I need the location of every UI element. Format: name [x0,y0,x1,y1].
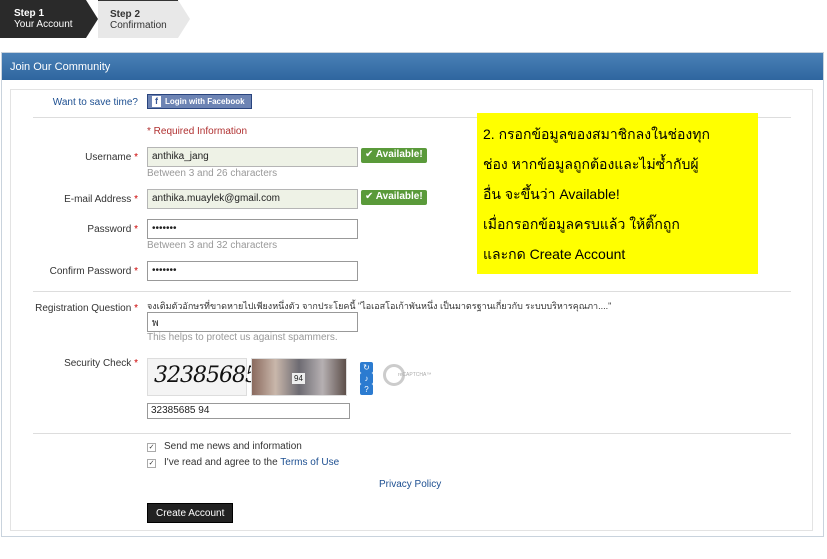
required-star: * [134,152,138,163]
security-check-label: Security Check * [10,358,138,369]
divider [33,291,791,292]
captcha-small-text: 94 [292,373,305,384]
note-line-5: และกด Create Account [483,246,626,262]
required-star: * [134,266,138,277]
required-star: * [134,224,138,235]
facebook-icon: f [152,96,161,107]
create-account-button[interactable]: Create Account [147,503,234,523]
save-time-prompt: Want to save time? [52,97,138,108]
registration-question-label: Registration Question * [10,303,138,314]
registration-hint: This helps to protect us against spammer… [147,332,338,343]
email-label: E-mail Address * [10,194,138,205]
password-label-text: Password [87,224,132,235]
privacy-policy-link[interactable]: Privacy Policy [379,479,441,490]
divider [33,433,791,434]
audio-captcha-icon[interactable]: ♪ [360,373,373,384]
username-label: Username * [10,152,138,163]
facebook-login-button[interactable]: f Login with Facebook [147,94,252,109]
registration-question-label-text: Registration Question [35,303,132,314]
steps-bar: Step 1 Your Account Step 2 Confirmation [0,0,827,38]
password-hint: Between 3 and 32 characters [147,240,278,251]
note-line-3: อื่น จะขึ้นว่า Available! [483,186,620,202]
note-line-2: ช่อง หากข้อมูลถูกต้องและไม่ซ้ำกับผู้ [483,156,699,172]
step-1-name: Your Account [14,19,73,30]
terms-checkbox[interactable]: ✓ [147,459,156,468]
security-check-label-text: Security Check [64,358,132,369]
step-1-number: Step 1 [14,8,45,19]
help-captcha-icon[interactable]: ? [360,384,373,395]
note-line-4: เมื่อกรอกข้อมูลครบแล้ว ให้ติ๊กถูก [483,216,680,232]
news-label: Send me news and information [164,441,302,452]
step-2-name: Confirmation [110,20,167,31]
step-2-arrow [178,0,190,38]
step-2-number: Step 2 [110,9,141,20]
captcha-image: 32385685 [147,358,259,396]
news-checkbox[interactable]: ✓ [147,443,156,452]
required-star: * [134,194,138,205]
username-label-text: Username [85,152,132,163]
email-label-text: E-mail Address [64,194,132,205]
facebook-login-label: Login with Facebook [165,97,245,106]
captcha-text: 32385685 [154,363,259,388]
required-info: * Required Information [147,126,248,137]
step-1-arrow [86,0,98,38]
required-star: * [134,358,138,369]
step-2: Step 2 Confirmation [98,0,178,38]
registration-question-text: จงเติมตัวอักษรที่ขาดหายไปเพียงหนึ่งตัว จ… [147,301,612,311]
required-star: * [134,303,138,314]
username-input[interactable]: anthika_jang [147,147,358,167]
confirm-password-field[interactable]: ••••••• [147,261,358,281]
username-hint: Between 3 and 26 characters [147,168,278,179]
panel-title: Join Our Community [2,53,823,80]
confirm-password-label-text: Confirm Password [49,266,132,277]
refresh-captcha-icon[interactable]: ↻ [360,362,373,373]
note-line-1: 2. กรอกข้อมูลของสมาชิกลงในช่องทุก [483,126,710,142]
terms-label: I've read and agree to the Terms of Use [164,457,339,468]
captcha-photo: 94 [251,358,347,396]
recaptcha-label: reCAPTCHA™ [398,372,432,378]
terms-of-use-link[interactable]: Terms of Use [280,457,339,468]
password-label: Password * [10,224,138,235]
email-available-badge: ✔ Available! [361,190,427,205]
captcha-input[interactable]: 32385685 94 [147,403,350,419]
confirm-password-label: Confirm Password * [10,266,138,277]
instruction-note: 2. กรอกข้อมูลของสมาชิกลงในช่องทุก ช่อง ห… [477,113,758,274]
registration-answer-input[interactable]: พ [147,312,358,332]
password-field[interactable]: ••••••• [147,219,358,239]
step-1: Step 1 Your Account [0,0,86,38]
terms-label-text: I've read and agree to the [164,457,281,468]
email-field[interactable]: anthika.muaylek@gmail.com [147,189,358,209]
username-available-badge: ✔ Available! [361,148,427,163]
